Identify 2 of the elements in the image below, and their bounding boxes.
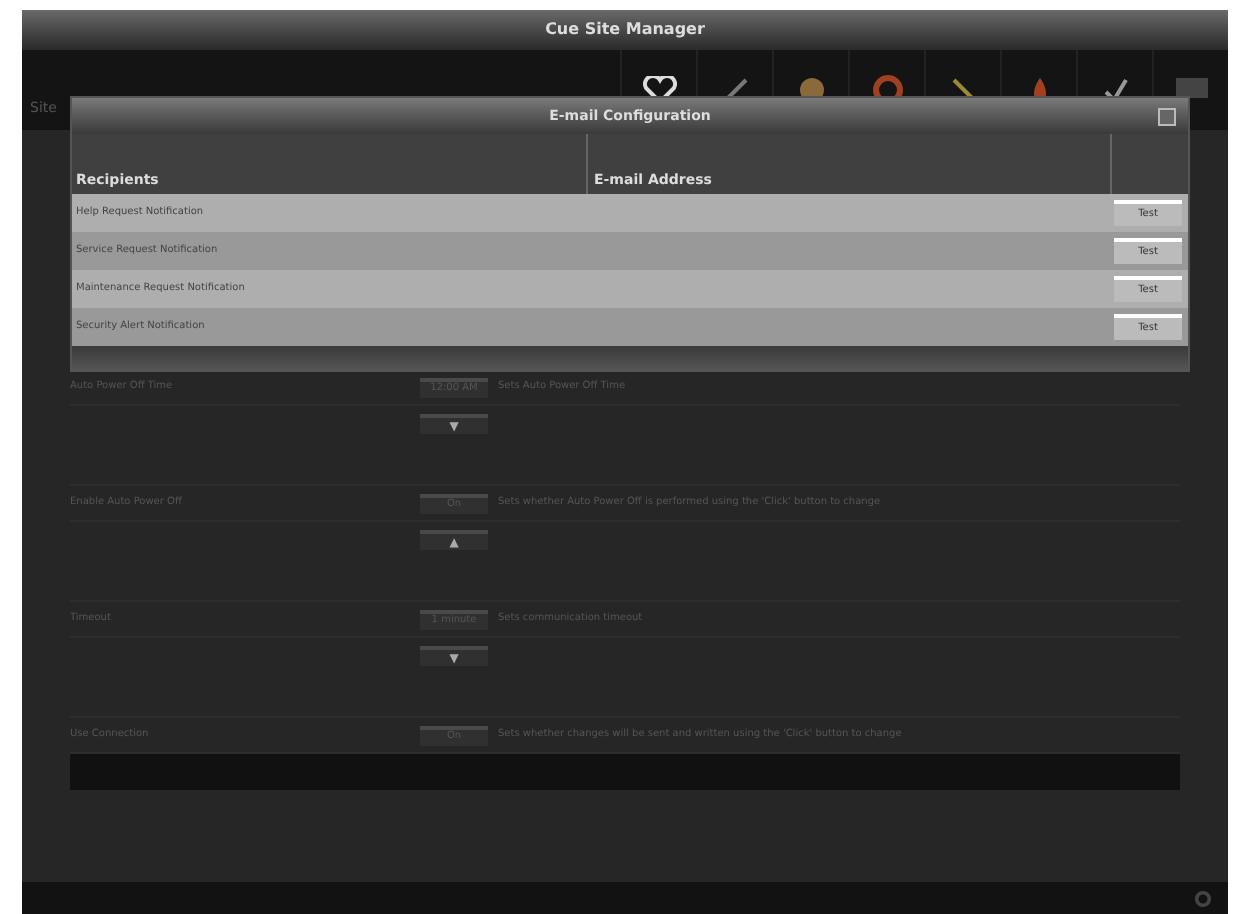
window-title: Cue Site Manager — [22, 10, 1228, 50]
close-button[interactable] — [1158, 107, 1176, 125]
